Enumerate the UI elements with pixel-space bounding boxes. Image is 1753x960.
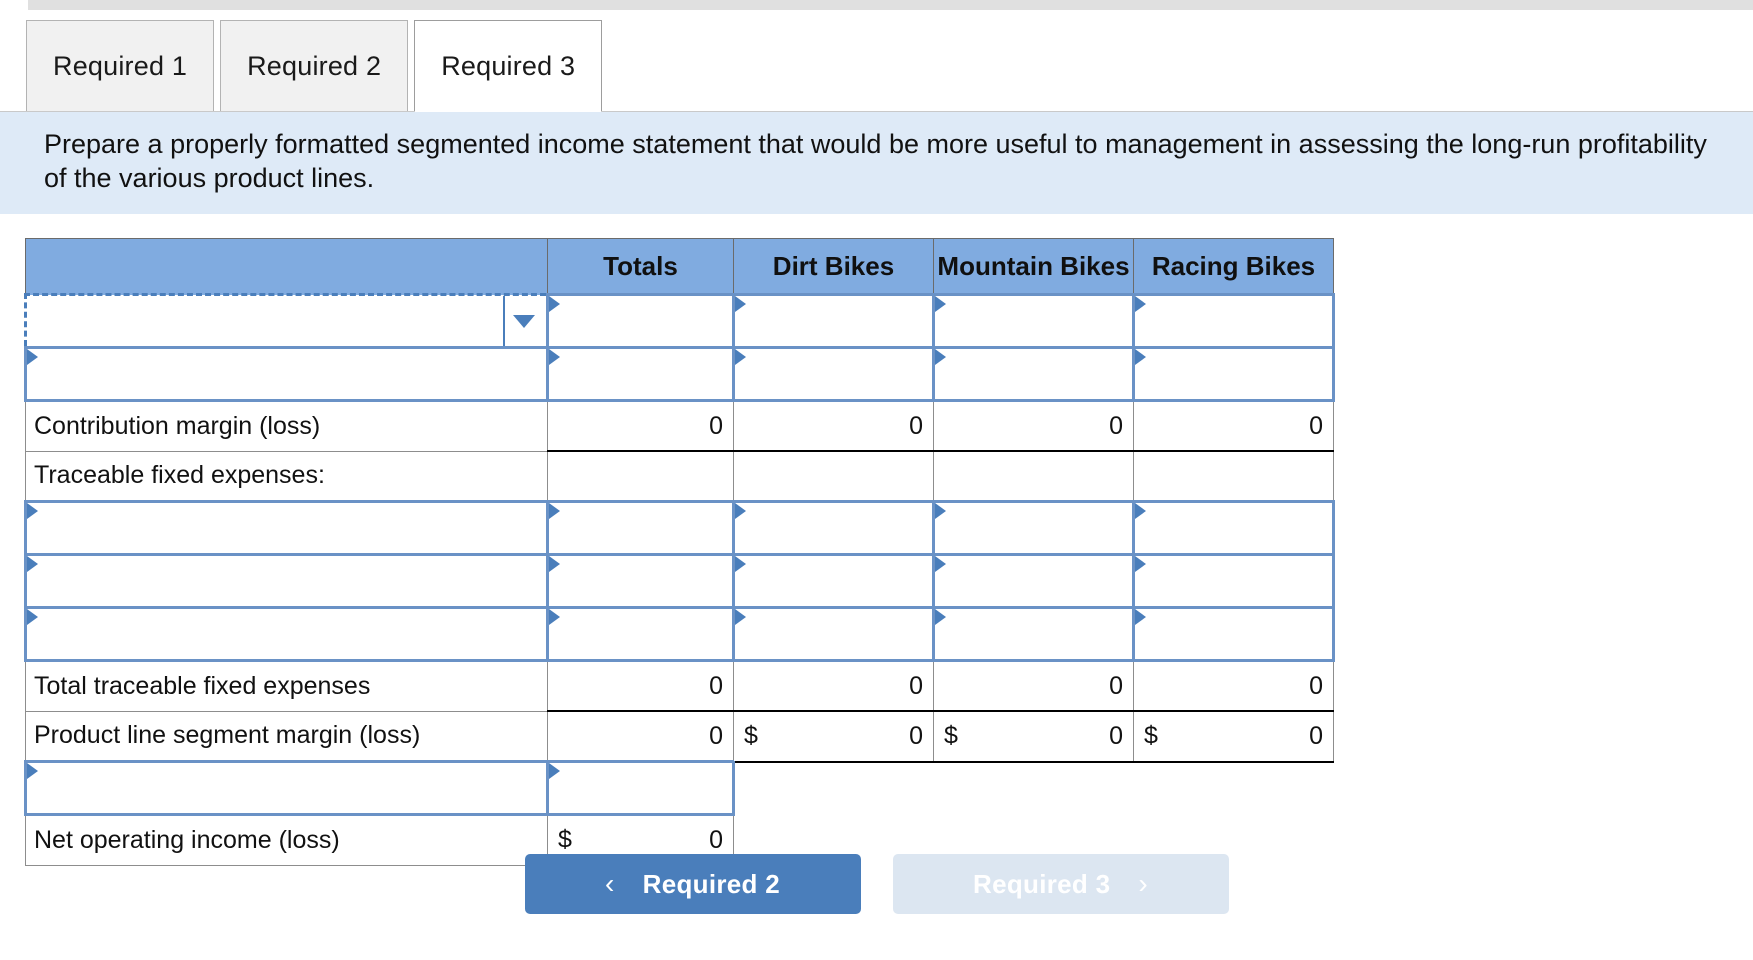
row-traceable-fixed-expenses-dirt xyxy=(733,450,934,502)
row-1-racing-input[interactable] xyxy=(1132,346,1335,402)
table-row xyxy=(24,346,1335,402)
row-5-totals-input[interactable] xyxy=(546,553,735,609)
row-total-traceable-mountain: 0 xyxy=(933,659,1134,712)
row-0-dirt-input[interactable] xyxy=(732,293,935,349)
row-traceable-fixed-expenses-label: Traceable fixed expenses: xyxy=(25,450,548,502)
table-row: Product line segment margin (loss) 0 $ 0… xyxy=(25,710,1334,763)
row-segment-margin-mountain: $ 0 xyxy=(933,710,1134,763)
table-row: Total traceable fixed expenses 0 0 0 0 xyxy=(25,659,1334,712)
table-row xyxy=(24,553,1335,609)
tab-required-3[interactable]: Required 3 xyxy=(414,20,603,112)
row-contribution-margin-label: Contribution margin (loss) xyxy=(25,400,548,452)
chevron-left-icon: ‹ xyxy=(605,868,615,899)
table-row: Contribution margin (loss) 0 0 0 0 xyxy=(25,399,1334,452)
row-5-dirt-input[interactable] xyxy=(732,553,935,609)
instruction-banner: Prepare a properly formatted segmented i… xyxy=(0,112,1753,214)
segmented-income-statement-table: Totals Dirt Bikes Mountain Bikes Racing … xyxy=(24,238,1335,866)
row-6-racing-input[interactable] xyxy=(1132,606,1335,662)
row-total-traceable-racing: 0 xyxy=(1133,659,1334,712)
currency-symbol: $ xyxy=(744,721,758,750)
row-9-racing-blank xyxy=(1133,761,1334,815)
row-total-traceable-label: Total traceable fixed expenses xyxy=(25,660,548,712)
row-0-mountain-input[interactable] xyxy=(932,293,1135,349)
row-5-mountain-input[interactable] xyxy=(932,553,1135,609)
row-0-racing-input[interactable] xyxy=(1132,293,1335,349)
table-row xyxy=(24,760,1334,816)
row-total-traceable-dirt: 0 xyxy=(733,659,934,712)
chevron-right-icon: › xyxy=(1138,868,1148,899)
row-9-label-input[interactable] xyxy=(24,760,549,816)
row-traceable-fixed-expenses-totals xyxy=(547,450,734,502)
row-0-label-dropdown[interactable] xyxy=(24,293,549,349)
row-contribution-margin-dirt: 0 xyxy=(733,399,934,452)
header-totals: Totals xyxy=(547,238,734,295)
row-1-mountain-input[interactable] xyxy=(932,346,1135,402)
currency-symbol: $ xyxy=(1144,721,1158,750)
row-4-mountain-input[interactable] xyxy=(932,500,1135,556)
row-9-dirt-blank xyxy=(733,761,934,815)
row-6-dirt-input[interactable] xyxy=(732,606,935,662)
table-row xyxy=(24,606,1335,662)
row-traceable-fixed-expenses-mountain xyxy=(933,450,1134,502)
row-segment-margin-totals: 0 xyxy=(547,710,734,762)
tab-required-1-label: Required 1 xyxy=(53,50,188,81)
header-mountain-bikes: Mountain Bikes xyxy=(933,238,1134,295)
row-traceable-fixed-expenses-racing xyxy=(1133,450,1334,502)
row-4-totals-input[interactable] xyxy=(546,500,735,556)
row-5-racing-input[interactable] xyxy=(1132,553,1335,609)
table-header-row: Totals Dirt Bikes Mountain Bikes Racing … xyxy=(25,238,1334,295)
row-segment-margin-label: Product line segment margin (loss) xyxy=(25,710,548,762)
table-row: Traceable fixed expenses: xyxy=(25,450,1334,502)
row-contribution-margin-racing: 0 xyxy=(1133,399,1334,452)
row-contribution-margin-mountain: 0 xyxy=(933,399,1134,452)
row-1-dirt-input[interactable] xyxy=(732,346,935,402)
prev-required-2-button[interactable]: ‹ Required 2 xyxy=(524,854,861,914)
header-racing-bikes: Racing Bikes xyxy=(1133,238,1334,295)
table-row xyxy=(24,500,1335,556)
next-required-3-button[interactable]: Required 3 › xyxy=(892,854,1229,914)
row-6-totals-input[interactable] xyxy=(546,606,735,662)
row-segment-margin-racing: $ 0 xyxy=(1133,710,1334,763)
required-tab-bar: Required 1 Required 2 Required 3 xyxy=(26,20,608,112)
navigation-bar: ‹ Required 2 Required 3 › xyxy=(0,854,1753,914)
row-total-traceable-totals: 0 xyxy=(547,659,734,712)
header-blank xyxy=(25,238,548,295)
row-segment-margin-dirt: $ 0 xyxy=(733,710,934,763)
prev-button-label: Required 2 xyxy=(642,868,780,899)
table-row xyxy=(24,293,1335,349)
row-4-dirt-input[interactable] xyxy=(732,500,935,556)
row-0-totals-input[interactable] xyxy=(546,293,735,349)
tab-required-1[interactable]: Required 1 xyxy=(26,20,215,112)
row-9-totals-input[interactable] xyxy=(546,760,735,816)
next-button-label: Required 3 xyxy=(973,868,1111,899)
row-9-mountain-blank xyxy=(933,761,1134,815)
row-5-label-input[interactable] xyxy=(24,553,549,609)
row-contribution-margin-totals: 0 xyxy=(547,399,734,452)
row-0-dropdown-toggle[interactable] xyxy=(503,296,543,346)
header-dirt-bikes: Dirt Bikes xyxy=(733,238,934,295)
tab-required-2-label: Required 2 xyxy=(247,50,382,81)
row-6-mountain-input[interactable] xyxy=(932,606,1135,662)
currency-symbol: $ xyxy=(944,721,958,750)
tab-required-2[interactable]: Required 2 xyxy=(220,20,409,112)
row-1-label-input[interactable] xyxy=(24,346,549,402)
row-1-totals-input[interactable] xyxy=(546,346,735,402)
top-gray-strip xyxy=(28,0,1753,10)
row-4-racing-input[interactable] xyxy=(1132,500,1335,556)
currency-symbol: $ xyxy=(558,825,572,854)
page-root: Required 1 Required 2 Required 3 Prepare… xyxy=(0,0,1753,960)
row-6-label-input[interactable] xyxy=(24,606,549,662)
chevron-down-icon xyxy=(513,314,535,328)
tab-required-3-label: Required 3 xyxy=(441,50,576,81)
row-4-label-input[interactable] xyxy=(24,500,549,556)
